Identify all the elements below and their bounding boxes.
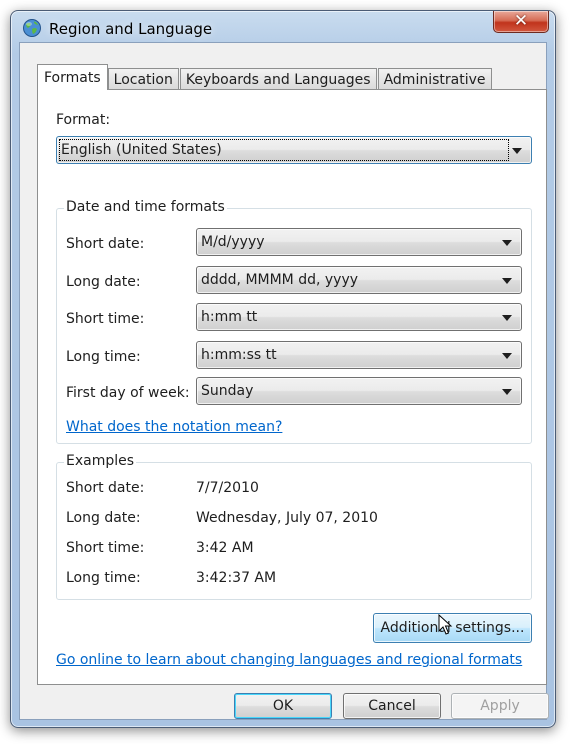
group-legend: Date and time formats	[64, 199, 227, 215]
chevron-down-icon	[502, 389, 512, 395]
tab-label: Administrative	[383, 71, 486, 88]
first-day-of-week-label: First day of week:	[66, 385, 190, 401]
apply-button[interactable]: Apply	[451, 693, 549, 719]
example-long-time-label: Long time:	[66, 570, 141, 586]
example-short-time-value: 3:42 AM	[196, 540, 254, 556]
cancel-button[interactable]: Cancel	[343, 693, 441, 719]
long-time-dropdown[interactable]: h:mm:ss tt	[196, 341, 522, 369]
chevron-down-icon	[502, 278, 512, 284]
short-date-dropdown[interactable]: M/d/yyyy	[196, 228, 522, 256]
tab-strip: Formats Location Keyboards and Languages…	[37, 64, 493, 90]
long-time-value: h:mm:ss tt	[201, 347, 277, 363]
dialog-window: Region and Language ✕ Formats Location K…	[10, 10, 556, 728]
tab-label: Location	[113, 71, 173, 88]
example-long-date-label: Long date:	[66, 510, 141, 526]
ok-button[interactable]: OK	[234, 693, 332, 719]
dialog-client-area: Formats Location Keyboards and Languages…	[19, 42, 549, 720]
example-short-date-label: Short date:	[66, 480, 145, 496]
tab-keyboards-and-languages[interactable]: Keyboards and Languages	[179, 68, 377, 90]
format-value: English (United States)	[61, 142, 222, 158]
formats-panel: Format: English (United States) Date and…	[37, 89, 547, 685]
chevron-down-icon	[502, 315, 512, 321]
example-short-time-label: Short time:	[66, 540, 145, 556]
long-time-label: Long time:	[66, 349, 141, 365]
date-time-formats-group: Date and time formats Short date: M/d/yy…	[56, 199, 532, 444]
tab-label: Formats	[44, 69, 101, 86]
tab-formats[interactable]: Formats	[37, 64, 108, 90]
group-legend: Examples	[64, 453, 137, 469]
long-date-label: Long date:	[66, 274, 141, 290]
short-date-value: M/d/yyyy	[201, 234, 265, 250]
example-long-date-value: Wednesday, July 07, 2010	[196, 510, 378, 526]
short-time-label: Short time:	[66, 311, 145, 327]
short-time-dropdown[interactable]: h:mm tt	[196, 303, 522, 331]
online-languages-link[interactable]: Go online to learn about changing langua…	[56, 652, 522, 668]
globe-icon	[23, 19, 41, 37]
long-date-value: dddd, MMMM dd, yyyy	[201, 272, 359, 288]
first-day-of-week-dropdown[interactable]: Sunday	[196, 377, 522, 405]
short-time-value: h:mm tt	[201, 309, 258, 325]
format-label: Format:	[56, 112, 111, 128]
chevron-down-icon	[512, 148, 522, 154]
tab-location[interactable]: Location	[107, 68, 179, 90]
chevron-down-icon	[502, 353, 512, 359]
short-date-label: Short date:	[66, 236, 145, 252]
examples-group: Examples Short date: 7/7/2010 Long date:…	[56, 453, 532, 600]
tab-label: Keyboards and Languages	[185, 71, 371, 88]
example-long-time-value: 3:42:37 AM	[196, 570, 277, 586]
format-dropdown[interactable]: English (United States)	[56, 136, 532, 164]
window-title: Region and Language	[49, 20, 213, 38]
close-icon: ✕	[513, 11, 529, 31]
chevron-down-icon	[502, 240, 512, 246]
first-day-of-week-value: Sunday	[201, 383, 254, 399]
mouse-pointer-icon	[438, 614, 453, 635]
example-short-date-value: 7/7/2010	[196, 480, 259, 496]
notation-help-link[interactable]: What does the notation mean?	[66, 419, 282, 435]
long-date-dropdown[interactable]: dddd, MMMM dd, yyyy	[196, 266, 522, 294]
tab-administrative[interactable]: Administrative	[377, 68, 492, 90]
close-button[interactable]: ✕	[493, 11, 549, 33]
